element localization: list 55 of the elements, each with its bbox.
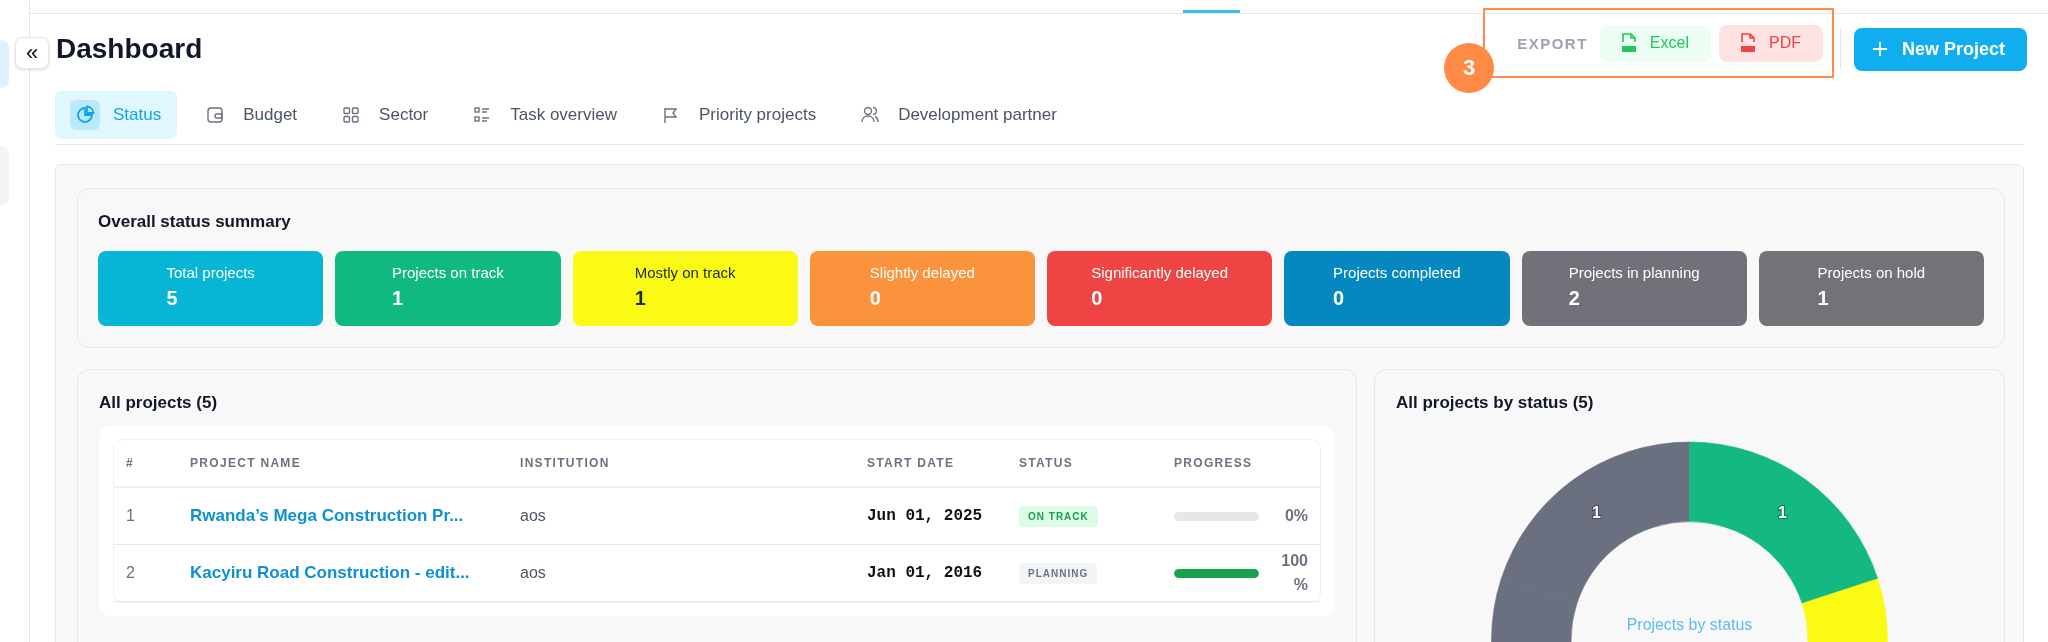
tab[interactable]: Sector (321, 91, 445, 139)
stat-value: 2 (1568, 287, 1580, 310)
stat-value: 0 (869, 287, 881, 310)
stat-value: 1 (392, 287, 404, 310)
status-badge: ON TRACK (1019, 505, 1098, 527)
chart-center-label: Projects by status (1626, 616, 1753, 634)
stat-label: Projects in planning (1568, 264, 1700, 281)
sidebar-item[interactable] (0, 40, 9, 88)
stat-label: Projects on hold (1817, 264, 1926, 281)
export-label: EXPORT (1517, 34, 1588, 52)
column-header: INSTITUTION (508, 440, 855, 488)
page-title: Dashboard (56, 33, 204, 65)
pie-chart-icon (70, 100, 100, 130)
plus-icon (1871, 41, 1888, 57)
column-header: PROGRESS (1162, 440, 1320, 488)
slice-label: 1 (1778, 504, 1787, 521)
card-title: All projects (5) (99, 392, 219, 414)
file-icon (1619, 32, 1638, 54)
tab[interactable]: Task overview (452, 91, 633, 139)
status-badge: PLANNING (1019, 562, 1098, 584)
stat-value: 0 (1333, 287, 1345, 310)
stat-value: 1 (634, 287, 646, 310)
stat-label: Projects completed (1333, 264, 1461, 281)
stat-label: Total projects (166, 264, 255, 281)
column-header: START DATE (855, 440, 1007, 488)
card-title: All projects by status (5) (1396, 392, 1595, 414)
row-number: 2 (126, 564, 135, 582)
card-title: Overall status summary (98, 211, 292, 233)
start-date: Jun 01, 2025 (867, 507, 983, 525)
stat-value: 0 (1091, 287, 1103, 310)
slice-label: 1 (1592, 504, 1601, 521)
collapse-button[interactable]: « (15, 37, 49, 69)
stat-value: 5 (166, 287, 178, 310)
column-header: # (114, 440, 178, 488)
progress-percent: 0% (1283, 506, 1308, 526)
stat-value: 1 (1817, 287, 1829, 310)
start-date: Jan 01, 2016 (867, 564, 983, 582)
tab[interactable]: Budget (185, 91, 314, 139)
file-icon (1738, 32, 1757, 54)
active-indicator (1183, 10, 1240, 13)
progress-percent: 100% (1280, 551, 1308, 595)
stat-label: Significantly delayed (1091, 264, 1228, 281)
tab[interactable]: Development partner (840, 91, 1073, 139)
project-link[interactable]: Rwanda’s Mega Construction Pr... (190, 506, 464, 526)
institution-text: aos (520, 507, 546, 525)
stat-label: Slightly delayed (869, 264, 975, 281)
project-link[interactable]: Kacyiru Road Construction - edit... (190, 563, 470, 583)
tab[interactable]: Priority projects (641, 91, 833, 139)
row-number: 1 (126, 507, 135, 525)
column-header: STATUS (1007, 440, 1162, 488)
stat-label: Projects on track (392, 264, 504, 281)
stat-label: Mostly on track (634, 264, 736, 281)
column-header: PROJECT NAME (178, 440, 508, 488)
step-badge: 3 (1444, 43, 1495, 93)
institution-text: aos (520, 564, 546, 582)
